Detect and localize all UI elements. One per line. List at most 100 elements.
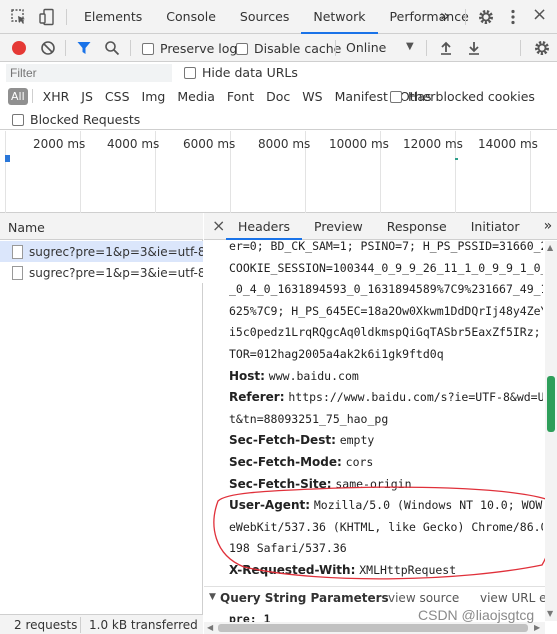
more-tabs-button[interactable]: » <box>440 6 450 25</box>
section-title: Query String Parameters <box>220 591 389 605</box>
cookie-value-line: i5c0pedz1LrqRQgcAq0ldkmspQiGqTASbr5EaxZf… <box>229 325 543 340</box>
filter-funnel-icon[interactable] <box>76 40 92 56</box>
request-list-header[interactable]: Name <box>0 213 203 240</box>
preserve-log-checkbox[interactable] <box>142 42 154 55</box>
hide-data-urls-checkbox[interactable] <box>184 66 196 79</box>
filter-type-js[interactable]: JS <box>75 89 99 104</box>
watermark-text: CSDN @liaojsgtcg <box>418 607 535 623</box>
view-source-link[interactable]: view source <box>388 591 459 605</box>
timeline-tick: 2000 ms <box>33 137 86 151</box>
filter-type-all[interactable]: All <box>8 87 28 105</box>
header-value: same-origin <box>335 476 412 491</box>
blocked-requests-checkbox[interactable] <box>12 113 24 126</box>
timeline-overview[interactable]: 2000 ms 4000 ms 6000 ms 8000 ms 10000 ms… <box>0 131 557 213</box>
request-name: sugrec?pre=1&p=3&ie=utf-8... <box>29 265 203 280</box>
blocked-requests-label: Blocked Requests <box>30 112 141 127</box>
filter-type-img[interactable]: Img <box>136 89 172 104</box>
header-name: X-Requested-With: <box>229 562 356 577</box>
request-row[interactable]: sugrec?pre=1&p=3&ie=utf-8... <box>0 241 203 262</box>
header-value-continuation: eWebKit/537.36 (KHTML, like Gecko) Chrom… <box>229 519 543 534</box>
file-icon <box>12 244 23 259</box>
clear-icon[interactable] <box>40 40 56 56</box>
disable-cache-checkbox[interactable] <box>236 42 248 55</box>
header-name: Sec-Fetch-Mode: <box>229 454 342 469</box>
timeline-tick: 12000 ms <box>403 137 463 151</box>
preserve-log-label: Preserve log <box>160 41 238 56</box>
timeline-request-bar <box>455 158 458 160</box>
header-name: Sec-Fetch-Site: <box>229 476 332 491</box>
scroll-right-arrow-icon[interactable]: ▶ <box>534 623 540 632</box>
vertical-scrollbar[interactable]: ▲ ▼ <box>545 241 557 621</box>
devtools-tabbar: Elements Console Sources Network Perform… <box>0 0 557 34</box>
inspect-element-icon[interactable] <box>10 8 28 26</box>
header-value: https://www.baidu.com/s?ie=UTF-8&wd=Use <box>288 390 543 405</box>
header-host: Host: www.baidu.com <box>229 366 543 388</box>
search-icon[interactable] <box>104 40 120 56</box>
device-toolbar-icon[interactable] <box>38 8 56 26</box>
timeline-tick: 8000 ms <box>258 137 311 151</box>
header-value: empty <box>339 433 375 448</box>
horizontal-scrollbar[interactable]: ◀ ▶ <box>204 622 545 634</box>
header-name: Sec-Fetch-Dest: <box>229 433 336 448</box>
request-list: Name sugrec?pre=1&p=3&ie=utf-8... sugrec… <box>0 213 203 634</box>
header-name: Host: <box>229 368 265 383</box>
header-referer: Referer: https://www.baidu.com/s?ie=UTF-… <box>229 387 543 409</box>
tab-network[interactable]: Network <box>301 0 378 34</box>
export-har-icon[interactable] <box>466 40 482 56</box>
record-button[interactable] <box>12 41 26 55</box>
tab-sources[interactable]: Sources <box>228 0 301 34</box>
scroll-up-arrow-icon[interactable]: ▲ <box>547 243 553 252</box>
filter-type-css[interactable]: CSS <box>99 89 136 104</box>
status-bar: 2 requests 1.0 kB transferred <box>0 614 203 634</box>
tab-elements[interactable]: Elements <box>72 0 154 34</box>
request-details-panel: × Headers Preview Response Initiator » e… <box>204 213 557 634</box>
import-har-icon[interactable] <box>438 40 454 56</box>
timeline-tick: 6000 ms <box>183 137 236 151</box>
cookie-value-line: COOKIE_SESSION=100344_0_9_9_26_11_1_0_9_… <box>229 260 543 275</box>
request-row[interactable]: sugrec?pre=1&p=3&ie=utf-8... <box>0 262 203 283</box>
scrollbar-thumb[interactable] <box>547 376 555 432</box>
cookie-value-line: 625%7C9; H_PS_645EC=18a2Ow0Xkwm1DdDQrIj4… <box>229 303 543 318</box>
header-sec-fetch-mode: Sec-Fetch-Mode: cors <box>229 452 543 474</box>
cookie-value-line: _0_4_0_1631894593_0_1631894589%7C9%23166… <box>229 282 543 297</box>
network-settings-gear-icon[interactable] <box>533 39 551 57</box>
query-string-section[interactable]: ▼ Query String Parameters view source vi… <box>204 586 557 608</box>
filter-type-doc[interactable]: Doc <box>260 89 296 104</box>
throttling-select[interactable]: Online ▼ <box>346 38 420 58</box>
header-x-requested-with: X-Requested-With: XMLHttpRequest <box>229 560 543 582</box>
filter-type-xhr[interactable]: XHR <box>37 89 76 104</box>
timeline-tick: 10000 ms <box>329 137 389 151</box>
settings-gear-icon[interactable] <box>477 8 495 26</box>
hide-data-urls-label: Hide data URLs <box>202 65 298 80</box>
filter-type-ws[interactable]: WS <box>296 89 328 104</box>
header-value-continuation: t&tn=88093251_75_hao_pg <box>229 411 389 426</box>
request-headers-list: er=0; BD_CK_SAM=1; PSINO=7; H_PS_PSSID=3… <box>229 236 543 582</box>
hscrollbar-thumb[interactable] <box>218 624 528 632</box>
network-toolbar: Preserve log Disable cache Online ▼ <box>0 34 557 62</box>
tab-console[interactable]: Console <box>154 0 228 34</box>
header-sec-fetch-site: Sec-Fetch-Site: same-origin <box>229 474 543 496</box>
scroll-left-arrow-icon[interactable]: ◀ <box>207 623 213 632</box>
has-blocked-cookies-label: Has blocked cookies <box>408 89 535 104</box>
timeline-request-bar <box>5 155 10 162</box>
filter-type-media[interactable]: Media <box>171 89 221 104</box>
scroll-down-arrow-icon[interactable]: ▼ <box>547 609 553 618</box>
header-user-agent: User-Agent: Mozilla/5.0 (Windows NT 10.0… <box>229 495 543 517</box>
cookie-value-line: er=0; BD_CK_SAM=1; PSINO=7; H_PS_PSSID=3… <box>229 239 543 253</box>
file-icon <box>12 265 23 280</box>
has-blocked-cookies-checkbox[interactable] <box>390 90 402 103</box>
customize-menu-icon[interactable] <box>508 8 518 26</box>
header-value: XMLHttpRequest <box>359 562 457 577</box>
query-param-partial: pre: 1 <box>229 612 271 622</box>
header-value: www.baidu.com <box>268 368 359 383</box>
view-url-encoded-link[interactable]: view URL en <box>480 591 554 605</box>
close-details-icon[interactable]: × <box>212 216 225 235</box>
close-devtools-icon[interactable]: × <box>532 4 547 25</box>
timeline-tick: 14000 ms <box>478 137 538 151</box>
throttling-value: Online <box>346 40 387 55</box>
filter-type-manifest[interactable]: Manifest <box>329 89 394 104</box>
chevron-down-icon: ▼ <box>406 41 414 52</box>
header-sec-fetch-dest: Sec-Fetch-Dest: empty <box>229 430 543 452</box>
filter-input[interactable] <box>6 64 172 82</box>
filter-type-font[interactable]: Font <box>221 89 260 104</box>
